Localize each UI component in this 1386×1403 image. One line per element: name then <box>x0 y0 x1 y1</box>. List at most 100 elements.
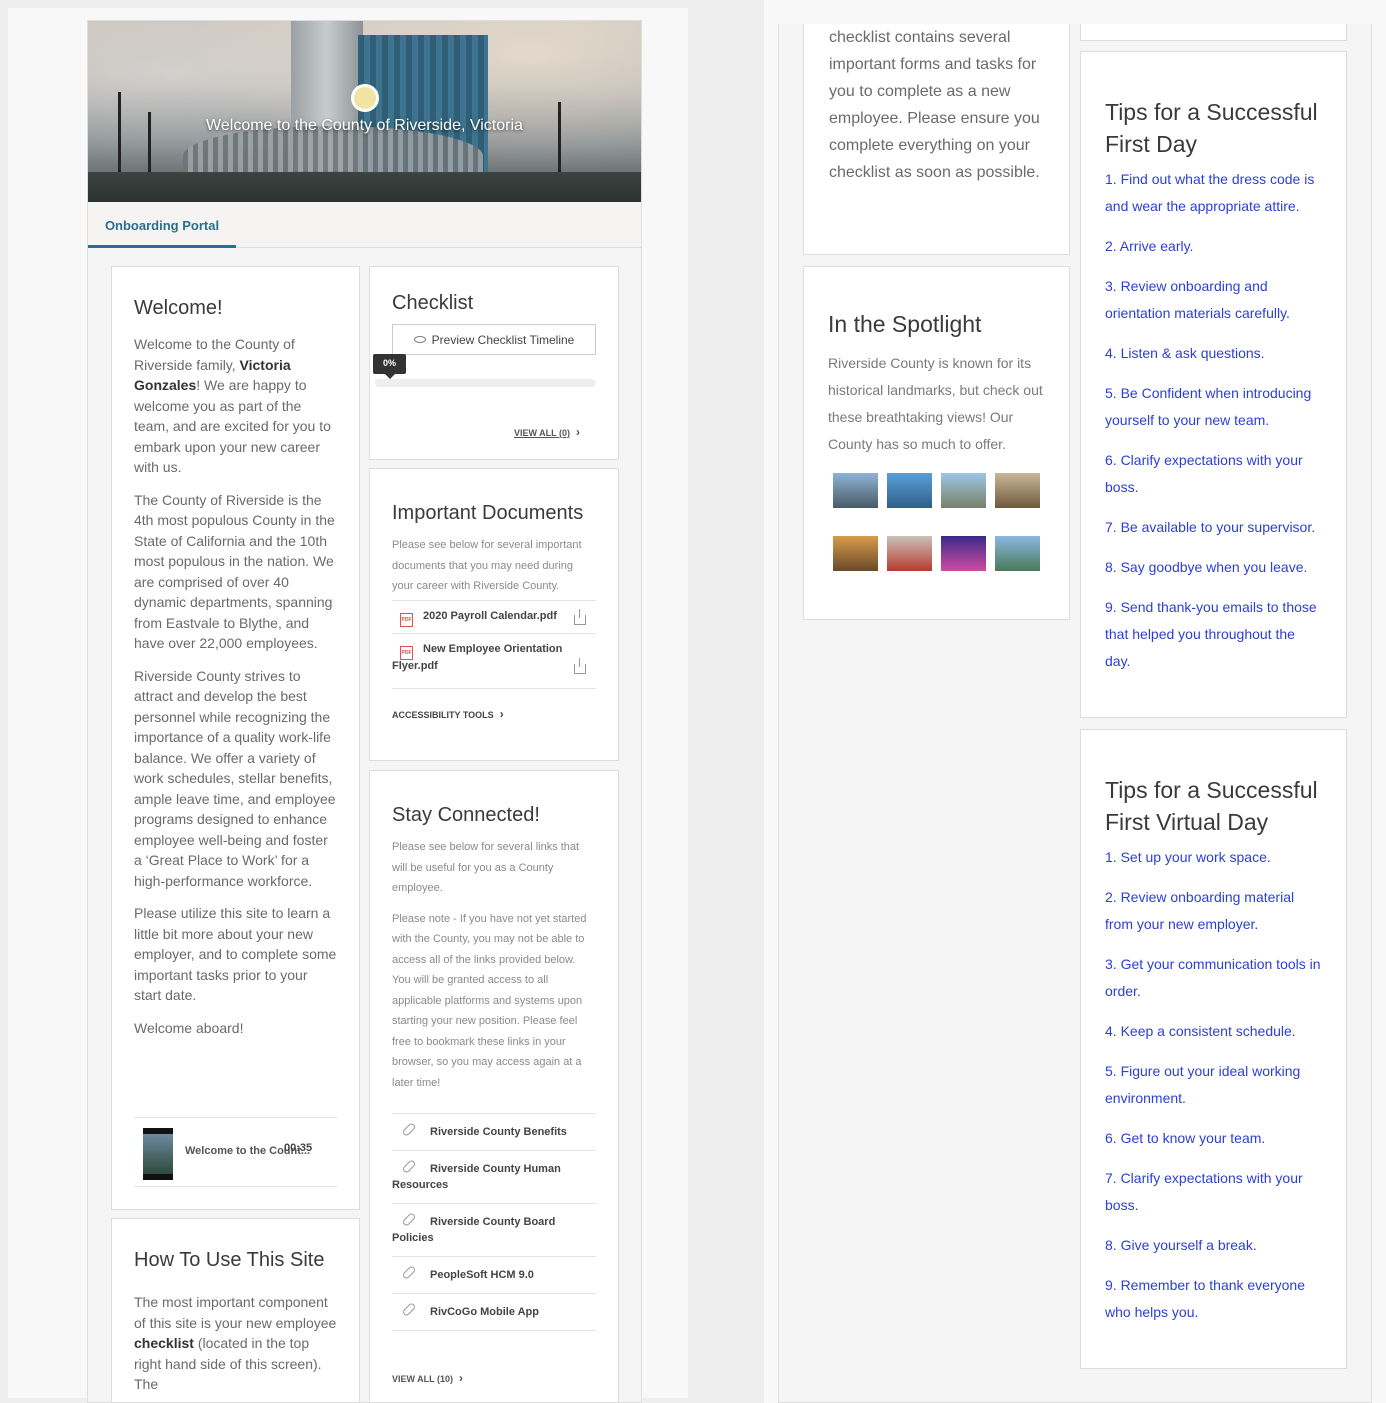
preview-checklist-button[interactable]: Preview Checklist Timeline <box>392 324 596 355</box>
tip-item[interactable]: 8. Say goodbye when you leave. <box>1105 554 1322 581</box>
welcome-video[interactable]: Welcome to the Count... 00:35 <box>134 1117 337 1187</box>
hero-palm <box>558 102 561 182</box>
gallery-photo[interactable] <box>833 473 878 508</box>
checklist-card: Checklist Preview Checklist Timeline 0% … <box>369 266 619 460</box>
link-icon <box>401 1212 417 1227</box>
tip-item[interactable]: 1. Find out what the dress code is and w… <box>1105 166 1322 220</box>
document-item[interactable]: PDF New Employee Orientation Flyer.pdf <box>392 632 596 678</box>
tip-item[interactable]: 9. Send thank-you emails to those that h… <box>1105 594 1322 675</box>
view-all-label: VIEW ALL (10) <box>392 1374 454 1384</box>
link-item[interactable]: PeopleSoft HCM 9.0 <box>392 1256 596 1293</box>
chevron-right-icon: › <box>459 1371 464 1385</box>
link-item[interactable]: Riverside County Benefits <box>392 1113 596 1150</box>
checklist-emphasis: checklist <box>134 1335 194 1351</box>
tip-item[interactable]: 3. Review onboarding and orientation mat… <box>1105 273 1322 327</box>
hero-palm <box>118 92 121 182</box>
stay-connected-card: Stay Connected! Please see below for sev… <box>369 770 619 1402</box>
eye-icon <box>413 336 426 343</box>
tip-item[interactable]: 5. Be Confident when introducing yoursel… <box>1105 380 1322 434</box>
document-name[interactable]: New Employee Orientation Flyer.pdf <box>392 643 562 672</box>
link-item[interactable]: Riverside County Human Resources <box>392 1150 596 1203</box>
tip-item[interactable]: 6. Clarify expectations with your boss. <box>1105 447 1322 501</box>
portal-page: Welcome to the County of Riverside, Vict… <box>87 20 642 1403</box>
link-item[interactable]: RivCoGo Mobile App <box>392 1293 596 1331</box>
how-to-heading: How To Use This Site <box>134 1249 325 1271</box>
gallery-photo[interactable] <box>941 536 986 571</box>
checklist-heading: Checklist <box>392 292 474 314</box>
link-label[interactable]: Riverside County Benefits <box>430 1126 567 1138</box>
welcome-card: Welcome! Welcome to the County of Rivers… <box>111 266 360 1210</box>
link-icon <box>401 1265 417 1280</box>
document-item[interactable]: PDF 2020 Payroll Calendar.pdf <box>392 599 596 633</box>
tip-item[interactable]: 9. Remember to thank everyone who helps … <box>1105 1272 1322 1326</box>
spotlight-card: In the Spotlight Riverside County is kno… <box>803 266 1070 620</box>
spotlight-text: Riverside County is known for its histor… <box>828 355 1043 452</box>
tip-item[interactable]: 7. Be available to your supervisor. <box>1105 514 1322 541</box>
how-to-card: How To Use This Site The most important … <box>111 1218 360 1402</box>
connected-heading: Stay Connected! <box>392 804 540 826</box>
chevron-right-icon: › <box>576 425 580 439</box>
welcome-aboard-text: Welcome aboard! <box>134 1019 244 1036</box>
welcome-heading: Welcome! <box>134 297 223 319</box>
first-day-tips-heading: Tips for a Successful First Day <box>1105 99 1318 157</box>
link-icon <box>401 1159 417 1174</box>
chevron-right-icon: › <box>499 706 504 721</box>
virtual-day-tips-heading: Tips for a Successful First Virtual Day <box>1105 777 1318 835</box>
checklist-view-all-link[interactable]: VIEW ALL (0) › <box>514 425 580 439</box>
link-label[interactable]: Riverside County Human Resources <box>392 1163 561 1191</box>
welcome-paragraph: Welcome to the County of Riverside famil… <box>134 334 337 478</box>
accessibility-tools-link[interactable]: ACCESSIBILITY TOOLS › <box>392 687 596 721</box>
tip-item[interactable]: 2. Arrive early. <box>1105 233 1322 260</box>
accessibility-tools-label: ACCESSIBILITY TOOLS <box>392 709 494 720</box>
tip-item[interactable]: 2. Review onboarding material from your … <box>1105 884 1322 938</box>
tip-item[interactable]: 4. Keep a consistent schedule. <box>1105 1018 1322 1045</box>
links-view-all-link[interactable]: VIEW ALL (10) › <box>392 1371 463 1385</box>
county-info-paragraph: The County of Riverside is the 4th most … <box>134 491 335 652</box>
gallery-photo[interactable] <box>887 536 932 571</box>
hero-banner: Welcome to the County of Riverside, Vict… <box>88 21 641 202</box>
link-label[interactable]: RivCoGo Mobile App <box>430 1306 539 1318</box>
documents-intro: Please see below for several important d… <box>392 539 582 592</box>
tip-item[interactable]: 8. Give yourself a break. <box>1105 1232 1322 1259</box>
first-day-tips-card: Tips for a Successful First Day 1. Find … <box>1080 51 1347 718</box>
pdf-icon: PDF <box>400 645 413 660</box>
gallery-photo[interactable] <box>887 473 932 508</box>
tip-item[interactable]: 5. Figure out your ideal working environ… <box>1105 1058 1322 1112</box>
virtual-day-tips-list: 1. Set up your work space. 2. Review onb… <box>1105 844 1322 1326</box>
link-icon <box>401 1122 417 1137</box>
how-to-continued-text: checklist contains several important for… <box>829 29 1040 181</box>
link-icon <box>401 1302 417 1317</box>
progress-percent-badge: 0% <box>373 354 406 379</box>
tip-item[interactable]: 4. Listen & ask questions. <box>1105 340 1322 367</box>
link-label[interactable]: PeopleSoft HCM 9.0 <box>430 1269 534 1281</box>
gallery-photo[interactable] <box>995 473 1040 508</box>
download-icon[interactable] <box>574 657 586 674</box>
tip-item[interactable]: 1. Set up your work space. <box>1105 844 1322 871</box>
how-to-card-continued: checklist contains several important for… <box>803 24 1070 255</box>
connected-note: Please note - If you have not yet starte… <box>392 912 587 1089</box>
link-item[interactable]: Riverside County Board Policies <box>392 1203 596 1256</box>
county-seal-logo <box>351 84 379 112</box>
gallery-photo[interactable] <box>995 536 1040 571</box>
gallery-photo[interactable] <box>941 473 986 508</box>
tab-onboarding-portal[interactable]: Onboarding Portal <box>88 202 236 248</box>
tip-item[interactable]: 6. Get to know your team. <box>1105 1125 1322 1152</box>
pdf-icon: PDF <box>400 612 413 627</box>
tip-item[interactable]: 7. Clarify expectations with your boss. <box>1105 1165 1322 1219</box>
previous-card-bottom <box>1080 24 1347 41</box>
connected-intro: Please see below for several links that … <box>392 841 580 894</box>
checklist-progress-bar <box>375 379 596 387</box>
hero-ground <box>88 172 641 202</box>
tab-bar: Onboarding Portal <box>88 202 641 248</box>
gallery-photo[interactable] <box>833 536 878 571</box>
download-icon[interactable] <box>574 608 586 625</box>
virtual-day-tips-card: Tips for a Successful First Virtual Day … <box>1080 729 1347 1369</box>
tip-item[interactable]: 3. Get your communication tools in order… <box>1105 951 1322 1005</box>
link-label[interactable]: Riverside County Board Policies <box>392 1216 555 1244</box>
view-all-label: VIEW ALL (0) <box>514 428 570 438</box>
first-day-tips-list: 1. Find out what the dress code is and w… <box>1105 166 1322 675</box>
site-usage-paragraph: Please utilize this site to learn a litt… <box>134 905 337 1003</box>
document-name[interactable]: 2020 Payroll Calendar.pdf <box>423 610 557 622</box>
video-thumbnail[interactable] <box>143 1128 173 1180</box>
important-documents-card: Important Documents Please see below for… <box>369 468 619 761</box>
